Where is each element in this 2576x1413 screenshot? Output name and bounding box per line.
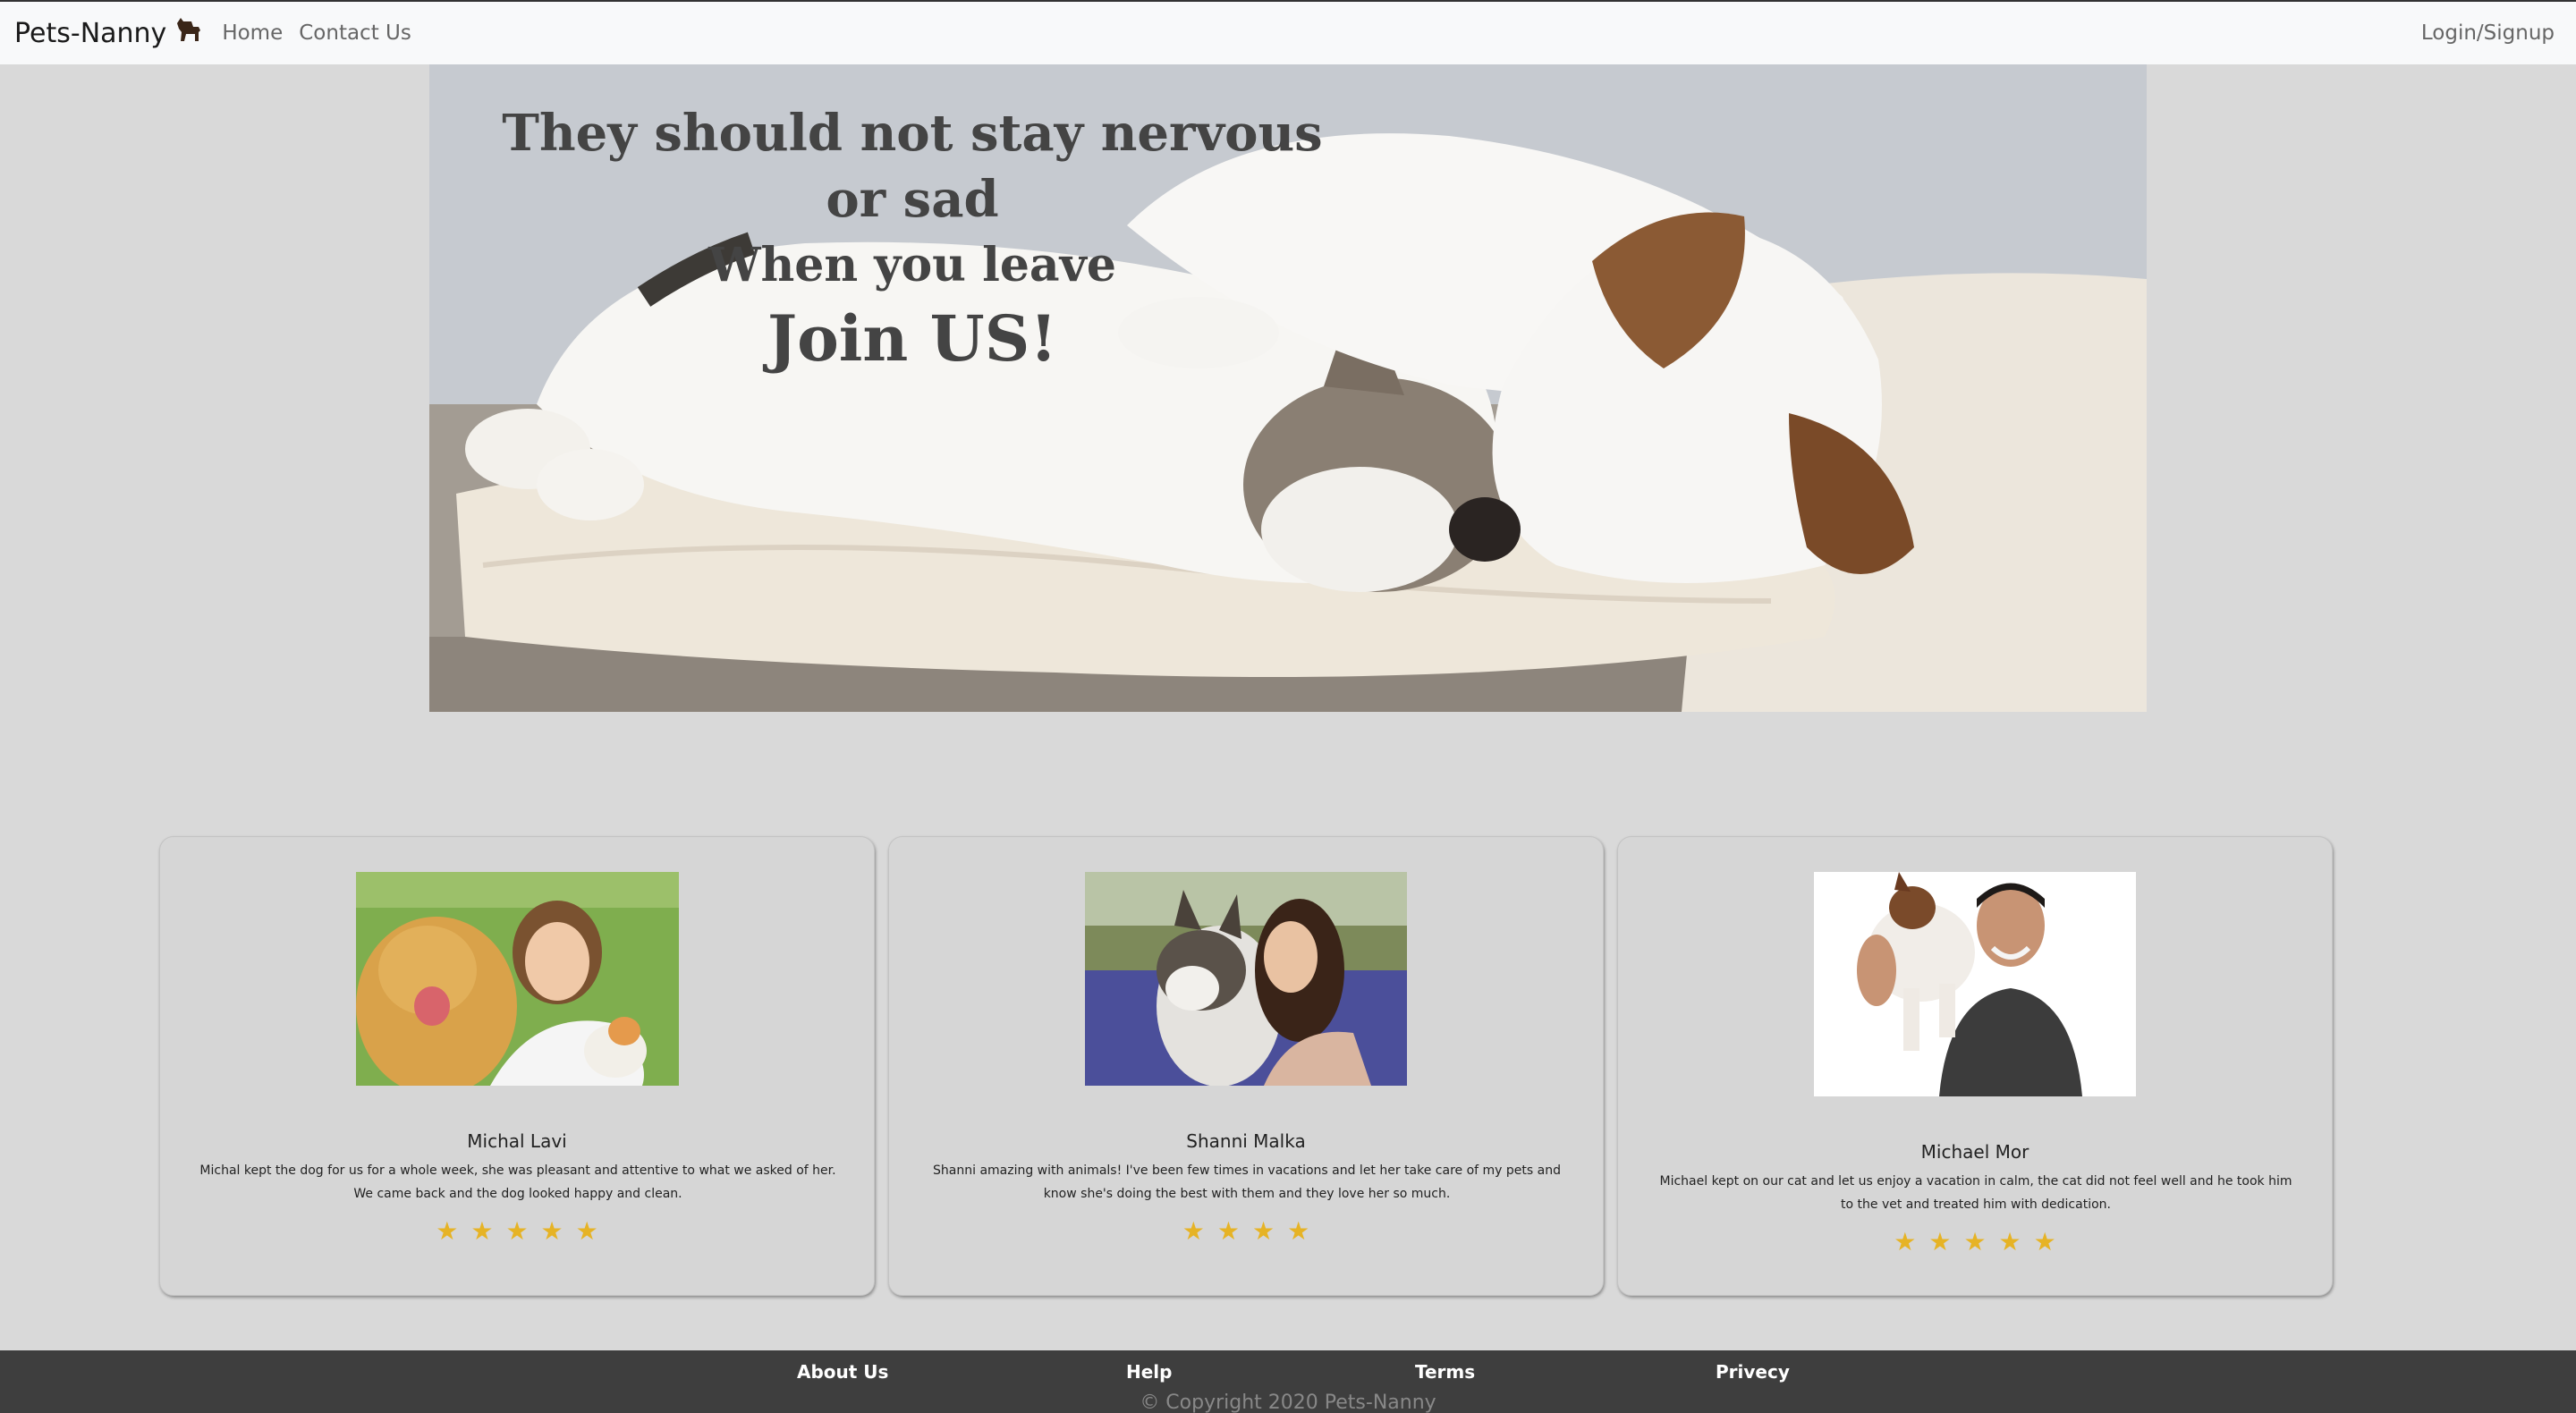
star-rating: ★ ★ ★ ★ <box>889 1218 1603 1245</box>
star-icon: ★ <box>575 1216 598 1246</box>
brand-logo[interactable]: Pets-Nanny <box>14 16 202 50</box>
star-icon: ★ <box>1894 1227 1917 1256</box>
star-rating: ★ ★ ★ ★ ★ <box>160 1218 874 1245</box>
brand-name[interactable]: Pets-Nanny <box>14 18 166 49</box>
star-icon: ★ <box>505 1216 529 1246</box>
footer: About Us Help Terms Privecy © Copyright … <box>0 1350 2576 1413</box>
star-rating: ★ ★ ★ ★ ★ <box>1618 1229 2332 1256</box>
nav-link-contact[interactable]: Contact Us <box>299 21 411 45</box>
star-icon: ★ <box>540 1216 564 1246</box>
dog-icon <box>174 16 202 50</box>
footer-link-terms[interactable]: Terms <box>1415 1361 1475 1383</box>
review-card: Michael Mor Michael kept on our cat and … <box>1617 836 2333 1296</box>
review-text: Michael kept on our cat and let us enjoy… <box>1659 1174 2292 1212</box>
review-text: Shanni amazing with animals! I've been f… <box>933 1163 1561 1201</box>
star-icon: ★ <box>1928 1227 1952 1256</box>
star-icon: ★ <box>2033 1227 2056 1256</box>
navbar: Pets-Nanny Home Contact Us Login/Signup <box>0 0 2576 64</box>
login-signup-link[interactable]: Login/Signup <box>2421 21 2555 45</box>
copyright-text: © Copyright 2020 Pets-Nanny <box>1140 1392 1436 1413</box>
star-icon: ★ <box>1998 1227 2021 1256</box>
hero-banner: They should not stay nervous or sad When… <box>429 64 2147 712</box>
hero-line-2: When you leave <box>708 238 1116 292</box>
reviewer-photo <box>1085 872 1407 1086</box>
star-icon: ★ <box>1287 1216 1310 1246</box>
footer-link-help[interactable]: Help <box>1126 1361 1172 1383</box>
hero-heading: They should not stay nervous or sad When… <box>465 100 1360 379</box>
footer-link-privacy[interactable]: Privecy <box>1716 1361 1790 1383</box>
star-icon: ★ <box>470 1216 494 1246</box>
review-card: Michal Lavi Michal kept the dog for us f… <box>159 836 875 1296</box>
hero-line-1: They should not stay nervous or sad <box>502 104 1323 229</box>
review-text: Michal kept the dog for us for a whole w… <box>199 1163 836 1201</box>
reviewer-photo <box>1814 872 2136 1096</box>
hero-line-3: Join US! <box>767 301 1057 376</box>
reviewer-name: Michal Lavi <box>467 1130 567 1152</box>
review-card: Shanni Malka Shanni amazing with animals… <box>888 836 1604 1296</box>
reviewer-name: Michael Mor <box>1920 1141 2029 1163</box>
nav-link-home[interactable]: Home <box>222 21 283 45</box>
reviewer-photo <box>356 872 679 1086</box>
star-icon: ★ <box>436 1216 459 1246</box>
star-icon: ★ <box>1182 1216 1205 1246</box>
star-icon: ★ <box>1963 1227 1987 1256</box>
reviewer-name: Shanni Malka <box>1186 1130 1306 1152</box>
footer-link-about[interactable]: About Us <box>797 1361 888 1383</box>
star-icon: ★ <box>1252 1216 1275 1246</box>
star-icon: ★ <box>1216 1216 1240 1246</box>
